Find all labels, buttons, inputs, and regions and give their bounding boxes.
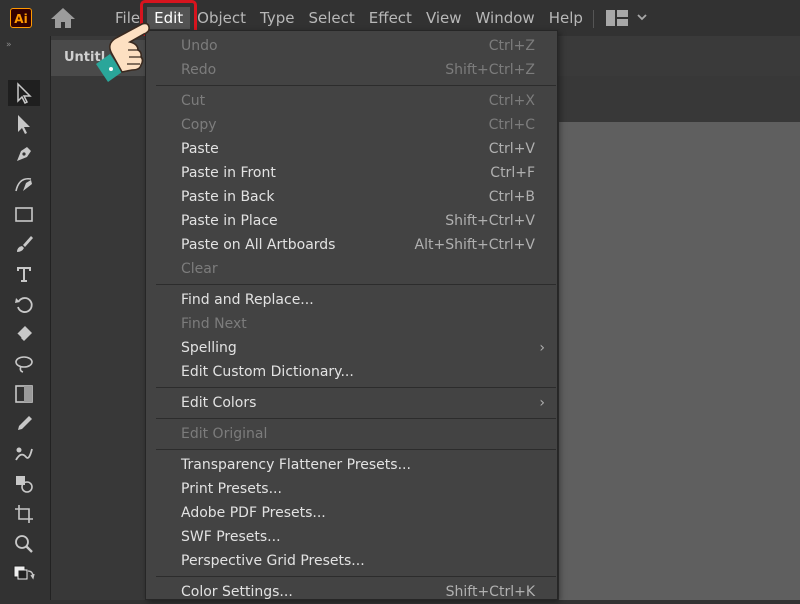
selection-tool-icon[interactable] xyxy=(8,80,40,106)
menu-item-perspective-grid-presets[interactable]: Perspective Grid Presets... xyxy=(146,549,557,573)
menu-item-color-settings[interactable]: Color Settings... Shift+Ctrl+K xyxy=(146,580,557,604)
menu-divider xyxy=(156,576,556,577)
menu-select[interactable]: Select xyxy=(301,7,361,29)
menu-item-label: Adobe PDF Presets... xyxy=(181,505,326,521)
menu-help[interactable]: Help xyxy=(542,7,590,29)
zoom-tool-icon[interactable] xyxy=(8,531,40,557)
menu-object[interactable]: Object xyxy=(190,7,253,29)
menu-item-shortcut: Shift+Ctrl+K xyxy=(445,584,535,600)
menu-item-shortcut: Ctrl+B xyxy=(488,189,535,205)
menu-item-label: Spelling xyxy=(181,340,237,356)
pen-tool-icon[interactable] xyxy=(8,141,40,167)
eyedropper-tool-icon[interactable] xyxy=(8,411,40,437)
menu-item-label: Paste in Back xyxy=(181,189,275,205)
menu-item-spelling[interactable]: Spelling › xyxy=(146,336,557,360)
eraser-tool-icon[interactable] xyxy=(8,321,40,347)
menu-item-label: Paste in Place xyxy=(181,213,278,229)
menu-divider xyxy=(156,85,556,86)
menu-item-swf-presets[interactable]: SWF Presets... xyxy=(146,525,557,549)
menu-item-label: Find Next xyxy=(181,316,247,332)
menu-item-adobe-pdf-presets[interactable]: Adobe PDF Presets... xyxy=(146,501,557,525)
menu-item-label: Copy xyxy=(181,117,217,133)
menu-item-copy[interactable]: Copy Ctrl+C xyxy=(146,113,557,137)
menu-item-label: Undo xyxy=(181,38,218,54)
menu-item-paste-in-place[interactable]: Paste in Place Shift+Ctrl+V xyxy=(146,209,557,233)
menu-item-label: Color Settings... xyxy=(181,584,293,600)
type-tool-icon[interactable] xyxy=(8,261,40,287)
menu-item-label: Transparency Flattener Presets... xyxy=(181,457,411,473)
menu-item-shortcut: Ctrl+Z xyxy=(488,38,535,54)
menu-item-label: Edit Custom Dictionary... xyxy=(181,364,354,380)
menu-item-label: Cut xyxy=(181,93,206,109)
paintbrush-tool-icon[interactable] xyxy=(8,231,40,257)
menu-divider xyxy=(156,449,556,450)
home-icon[interactable] xyxy=(50,7,76,29)
menu-effect[interactable]: Effect xyxy=(362,7,419,29)
panel-collapse-icon[interactable]: » xyxy=(6,40,12,50)
menu-item-shortcut: Ctrl+X xyxy=(488,93,535,109)
lasso-tool-icon[interactable] xyxy=(8,351,40,377)
menu-item-find-next[interactable]: Find Next xyxy=(146,312,557,336)
menu-item-label: Paste xyxy=(181,141,219,157)
menu-item-label: Clear xyxy=(181,261,218,277)
workspace-switcher-icon[interactable] xyxy=(606,10,628,26)
direct-selection-tool-icon[interactable] xyxy=(8,111,40,137)
menu-item-paste-in-front[interactable]: Paste in Front Ctrl+F xyxy=(146,161,557,185)
menu-item-print-presets[interactable]: Print Presets... xyxy=(146,477,557,501)
menu-divider xyxy=(156,418,556,419)
fill-stroke-icon[interactable] xyxy=(8,563,40,589)
menu-item-label: SWF Presets... xyxy=(181,529,281,545)
menu-view[interactable]: View xyxy=(419,7,469,29)
menu-item-find-and-replace[interactable]: Find and Replace... xyxy=(146,288,557,312)
menu-item-edit-colors[interactable]: Edit Colors › xyxy=(146,391,557,415)
menu-item-label: Perspective Grid Presets... xyxy=(181,553,365,569)
chevron-down-icon[interactable] xyxy=(636,11,648,23)
menu-item-clear[interactable]: Clear xyxy=(146,257,557,281)
menu-item-label: Paste on All Artboards xyxy=(181,237,336,253)
menu-item-paste[interactable]: Paste Ctrl+V xyxy=(146,137,557,161)
tools-panel: » xyxy=(0,36,51,600)
artboard[interactable] xyxy=(559,122,800,600)
shape-builder-tool-icon[interactable] xyxy=(8,471,40,497)
menu-item-transparency-flattener-presets[interactable]: Transparency Flattener Presets... xyxy=(146,453,557,477)
menu-item-cut[interactable]: Cut Ctrl+X xyxy=(146,89,557,113)
menu-item-label: Find and Replace... xyxy=(181,292,314,308)
rectangle-tool-icon[interactable] xyxy=(8,201,40,227)
submenu-arrow-icon: › xyxy=(539,340,545,356)
menu-item-label: Edit Colors xyxy=(181,395,257,411)
curvature-tool-icon[interactable] xyxy=(8,171,40,197)
pointing-hand-icon xyxy=(96,22,150,82)
submenu-arrow-icon: › xyxy=(539,395,545,411)
menu-window[interactable]: Window xyxy=(469,7,542,29)
menu-item-label: Redo xyxy=(181,62,217,78)
menu-item-paste-in-back[interactable]: Paste in Back Ctrl+B xyxy=(146,185,557,209)
edit-menu-dropdown: Undo Ctrl+Z Redo Shift+Ctrl+Z Cut Ctrl+X Copy C… xyxy=(145,30,558,600)
menu-item-shortcut: Ctrl+C xyxy=(488,117,535,133)
app-logo: Ai xyxy=(10,8,32,28)
rotate-tool-icon[interactable] xyxy=(8,291,40,317)
menu-type[interactable]: Type xyxy=(253,7,301,29)
menu-divider xyxy=(156,387,556,388)
menu-item-edit-custom-dictionary[interactable]: Edit Custom Dictionary... xyxy=(146,360,557,384)
menu-separator xyxy=(593,10,594,28)
menu-item-paste-on-all-artboards[interactable]: Paste on All Artboards Alt+Shift+Ctrl+V xyxy=(146,233,557,257)
menu-item-undo[interactable]: Undo Ctrl+Z xyxy=(146,34,557,58)
menu-item-label: Paste in Front xyxy=(181,165,276,181)
menu-item-shortcut: Shift+Ctrl+V xyxy=(445,213,535,229)
gradient-tool-icon[interactable] xyxy=(8,381,40,407)
artboard-tool-icon[interactable] xyxy=(8,501,40,527)
blend-tool-icon[interactable] xyxy=(8,441,40,467)
menu-divider xyxy=(156,284,556,285)
menu-item-edit-original[interactable]: Edit Original xyxy=(146,422,557,446)
menu-item-shortcut: Ctrl+F xyxy=(490,165,535,181)
menu-item-shortcut: Shift+Ctrl+Z xyxy=(445,62,535,78)
menu-item-shortcut: Ctrl+V xyxy=(488,141,535,157)
menu-item-shortcut: Alt+Shift+Ctrl+V xyxy=(414,237,535,253)
menu-item-redo[interactable]: Redo Shift+Ctrl+Z xyxy=(146,58,557,82)
menu-item-label: Edit Original xyxy=(181,426,268,442)
menu-item-label: Print Presets... xyxy=(181,481,282,497)
